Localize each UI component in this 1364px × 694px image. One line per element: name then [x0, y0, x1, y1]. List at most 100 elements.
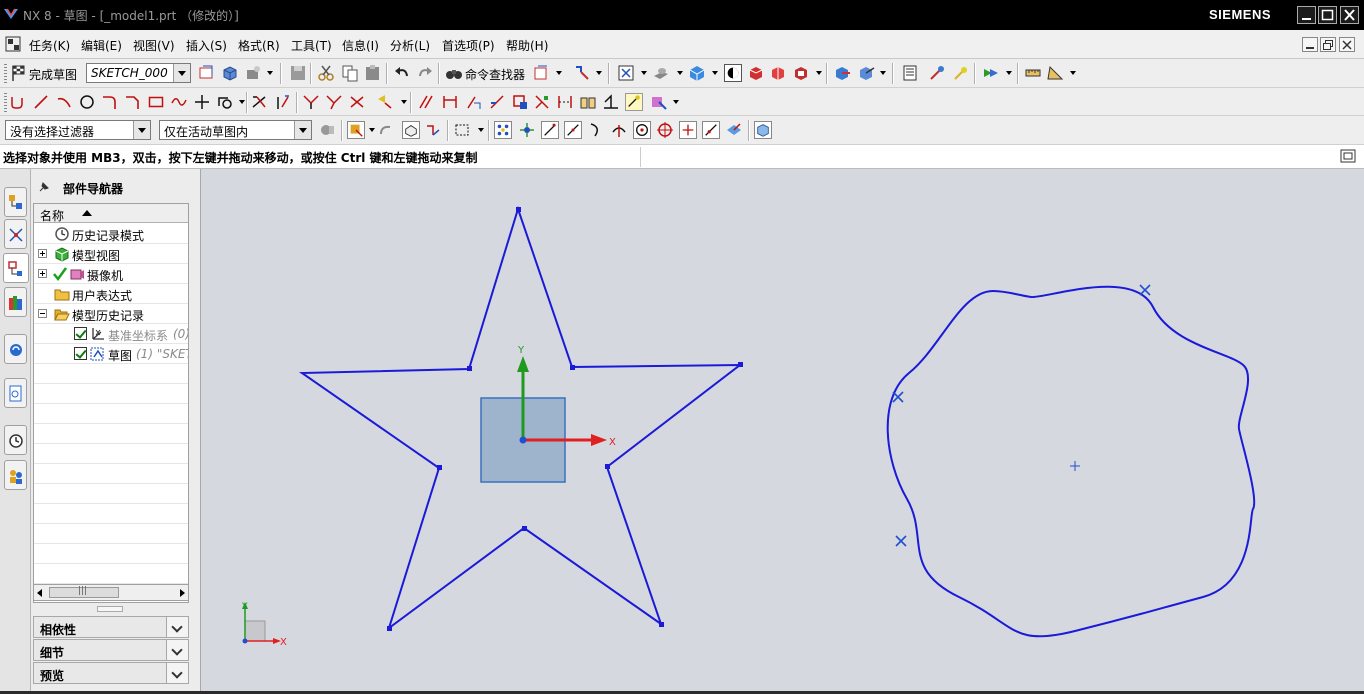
- roles-tab[interactable]: [4, 460, 27, 490]
- end-point-snap-icon[interactable]: [541, 121, 559, 139]
- chevron-down-icon[interactable]: [369, 128, 375, 132]
- close-button[interactable]: [1340, 6, 1359, 24]
- tree-row-sketch[interactable]: 草图 (1) "SKET: [34, 344, 188, 364]
- snap-to-body-icon[interactable]: [754, 121, 772, 139]
- inferred-dims-icon[interactable]: [602, 93, 620, 111]
- panel-splitter[interactable]: [97, 606, 123, 612]
- tree-row-model-views[interactable]: 模型视图: [34, 244, 188, 264]
- menu-insert[interactable]: 插入(S): [186, 37, 227, 54]
- rectangle-icon[interactable]: [147, 93, 165, 111]
- assembly-navigator-tab[interactable]: [4, 187, 27, 217]
- tree-row-model-history[interactable]: 模型历史记录: [34, 304, 188, 324]
- chevron-down-icon[interactable]: [401, 100, 407, 104]
- menu-format[interactable]: 格式(R): [238, 37, 280, 54]
- chevron-down-icon[interactable]: [478, 128, 484, 132]
- point-icon[interactable]: [193, 93, 211, 111]
- sketch-relations-icon[interactable]: [579, 93, 597, 111]
- chevron-down-icon[interactable]: [294, 121, 311, 139]
- quadrant-snap-icon[interactable]: [656, 121, 674, 139]
- doc-minimize-button[interactable]: [1302, 37, 1318, 52]
- visibility-checkbox[interactable]: [74, 327, 87, 340]
- doc-close-button[interactable]: [1339, 37, 1355, 52]
- redo-icon[interactable]: [416, 64, 434, 82]
- menu-edit[interactable]: 编辑(E): [81, 37, 122, 54]
- line-icon[interactable]: [32, 93, 50, 111]
- point-on-surface-snap-icon[interactable]: [725, 121, 743, 139]
- chevron-down-icon[interactable]: [1006, 71, 1012, 75]
- menu-analysis[interactable]: 分析(L): [390, 37, 430, 54]
- undo-icon[interactable]: [393, 64, 411, 82]
- expand-toggle[interactable]: [38, 249, 47, 258]
- intersection-snap-icon[interactable]: [610, 121, 628, 139]
- update-model-icon[interactable]: [244, 64, 262, 82]
- tree-row-history-mode[interactable]: 历史记录模式: [34, 224, 188, 244]
- chevron-down-icon[interactable]: [641, 71, 647, 75]
- chevron-down-icon[interactable]: [1070, 71, 1076, 75]
- chevron-down-icon[interactable]: [556, 71, 562, 75]
- existing-point-snap-icon[interactable]: [679, 121, 697, 139]
- history-tab[interactable]: [4, 425, 27, 455]
- auto-constrain-icon[interactable]: [376, 93, 394, 111]
- display-constraints-icon[interactable]: [417, 93, 435, 111]
- mid-point-snap-icon[interactable]: [564, 121, 582, 139]
- layer-view-icon[interactable]: [792, 64, 810, 82]
- selection-scope-combo[interactable]: 仅在活动草图内: [159, 120, 312, 140]
- chamfer-icon[interactable]: [124, 93, 142, 111]
- scroll-left-icon[interactable]: [37, 589, 42, 597]
- graphics-window[interactable]: X Y X Y: [201, 169, 1364, 691]
- horizontal-scrollbar[interactable]: |||: [33, 584, 189, 601]
- hd3d-tools-tab[interactable]: [4, 334, 27, 364]
- finish-sketch-flag-icon[interactable]: [10, 64, 28, 82]
- general-selection-icon[interactable]: [347, 121, 365, 139]
- dimension-icon[interactable]: [348, 93, 366, 111]
- wavy-spline[interactable]: [886, 285, 1256, 638]
- part-navigator-tab[interactable]: [3, 253, 29, 283]
- wcs-display-icon[interactable]: [747, 64, 765, 82]
- control-point-snap-icon[interactable]: [587, 121, 605, 139]
- create-inferred-icon[interactable]: [533, 93, 551, 111]
- chevron-down-icon[interactable]: [677, 71, 683, 75]
- constraint-navigator-tab[interactable]: [4, 219, 27, 249]
- pin-icon[interactable]: [38, 181, 50, 193]
- dependencies-panel[interactable]: 相依性: [33, 616, 189, 638]
- chevron-down-icon[interactable]: [712, 71, 718, 75]
- finish-sketch-button[interactable]: 完成草图: [29, 66, 77, 83]
- arc-center-snap-icon[interactable]: [633, 121, 651, 139]
- fit-view-icon[interactable]: [617, 64, 635, 82]
- filter-reset-icon[interactable]: [318, 121, 336, 139]
- select-feature-icon[interactable]: [402, 121, 420, 139]
- toolbar-grip[interactable]: [4, 93, 7, 112]
- section-view-icon[interactable]: [769, 64, 787, 82]
- shaded-view-icon[interactable]: [688, 64, 706, 82]
- chevron-down-icon[interactable]: [673, 100, 679, 104]
- profile-icon[interactable]: [9, 93, 27, 111]
- quick-extend-icon[interactable]: [274, 93, 292, 111]
- fillet-icon[interactable]: [101, 93, 119, 111]
- save-icon[interactable]: [289, 64, 307, 82]
- menu-preferences[interactable]: 首选项(P): [442, 37, 495, 54]
- selection-filter-combo[interactable]: 没有选择过滤器: [5, 120, 151, 140]
- snap-settings-icon[interactable]: [518, 121, 536, 139]
- arc-icon[interactable]: [55, 93, 73, 111]
- rectangle-select-icon[interactable]: [453, 121, 471, 139]
- scroll-right-icon[interactable]: [180, 589, 185, 597]
- menu-tools[interactable]: 工具(T): [291, 37, 332, 54]
- menu-view[interactable]: 视图(V): [133, 37, 175, 54]
- menu-task[interactable]: 任务(K): [29, 37, 70, 54]
- chevron-down-icon[interactable]: [267, 71, 273, 75]
- render-style-icon[interactable]: [652, 64, 670, 82]
- chevron-down-icon[interactable]: [880, 71, 886, 75]
- wcs-origin-icon[interactable]: [857, 64, 875, 82]
- offset-curve-icon[interactable]: [216, 93, 234, 111]
- chevron-down-icon[interactable]: [816, 71, 822, 75]
- sketch-style-icon[interactable]: [650, 93, 668, 111]
- minimize-button[interactable]: [1297, 6, 1316, 24]
- tree-row-datum-csys[interactable]: 基准坐标系 (0): [34, 324, 188, 344]
- measure-angle-icon[interactable]: [1046, 64, 1064, 82]
- point-on-curve-snap-icon[interactable]: [702, 121, 720, 139]
- menu-information[interactable]: 信息(I): [342, 37, 379, 54]
- circle-icon[interactable]: [78, 93, 96, 111]
- continuous-autodim-icon[interactable]: [556, 93, 574, 111]
- quick-trim-icon[interactable]: [251, 93, 269, 111]
- selection-undo-icon[interactable]: [377, 121, 395, 139]
